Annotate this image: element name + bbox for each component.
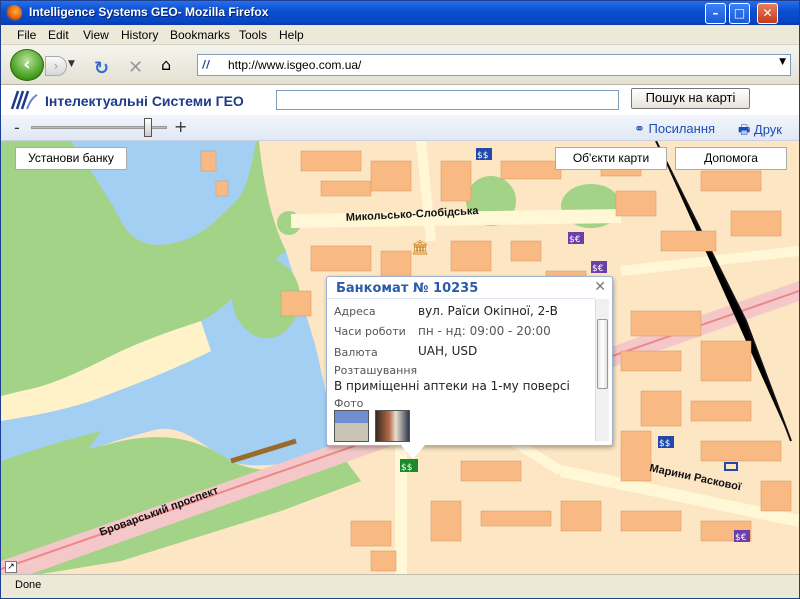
map-canvas[interactable]: Микольсько-Слобідська Броварський проспе…: [1, 141, 799, 574]
currency-label: Валюта: [334, 346, 378, 359]
logo-text: Інтелектуальні Системи ГЕО: [45, 93, 244, 109]
address-label: Адреса: [334, 305, 376, 318]
status-bar: Done: [1, 574, 799, 598]
browser-window: Intelligence Systems GEO- Mozilla Firefo…: [0, 0, 800, 599]
stop-icon[interactable]: ✕: [128, 57, 143, 78]
hours-label: Часи роботи: [334, 325, 406, 338]
logo-icon: [10, 90, 38, 110]
window-title: Intelligence Systems GEO- Mozilla Firefo…: [29, 5, 269, 19]
bank-institutions-button[interactable]: Установи банку: [15, 147, 127, 170]
menu-help[interactable]: Help: [279, 28, 304, 42]
popup-close-icon[interactable]: ✕: [594, 279, 606, 295]
menu-edit[interactable]: Edit: [48, 28, 69, 42]
url-text: http://www.isgeo.com.ua/: [228, 58, 362, 72]
location-value: В приміщенні аптеки на 1-му поверсі: [334, 379, 570, 393]
map-toolbar: - + ⚭ Посилання 🖶 Друк: [1, 115, 799, 141]
firefox-icon: [6, 5, 22, 21]
photo-thumbnail[interactable]: [334, 410, 369, 442]
atm-marker-icon[interactable]: $€: [568, 232, 584, 245]
menu-bookmarks[interactable]: Bookmarks: [170, 28, 230, 42]
history-dropdown-icon[interactable]: ▼: [68, 59, 80, 73]
search-on-map-button[interactable]: Пошук на карті: [631, 88, 750, 109]
svg-text:$$: $$: [401, 463, 412, 473]
url-dropdown-icon[interactable]: ▼: [779, 57, 786, 67]
atm-info-popup: Банкомат № 10235 ✕ Адреса вул. Раїси Окі…: [326, 276, 613, 459]
forward-button[interactable]: ›: [45, 56, 67, 76]
svg-text:$$: $$: [659, 439, 670, 449]
navigation-toolbar: ‹ › ▼ ↻ ✕ ⌂ // http://www.isgeo.com.ua/ …: [1, 45, 799, 85]
maximize-button[interactable]: □: [729, 3, 750, 24]
address-value: вул. Раїси Окіпної, 2-В: [418, 304, 558, 318]
menu-file[interactable]: File: [17, 28, 36, 42]
zoom-in-button[interactable]: +: [174, 117, 187, 136]
link-icon: ⚭: [634, 121, 649, 136]
hours-value: пн - нд: 09:00 - 20:00: [418, 324, 551, 338]
atm-marker-icon[interactable]: $€: [734, 530, 750, 543]
svg-text:$$: $$: [477, 151, 488, 161]
title-bar: Intelligence Systems GEO- Mozilla Firefo…: [1, 1, 799, 25]
popup-title: Банкомат № 10235: [336, 281, 479, 296]
search-input[interactable]: [276, 90, 619, 110]
location-label: Розташування: [334, 364, 418, 377]
resize-corner-icon[interactable]: ↗: [5, 561, 17, 573]
reload-icon[interactable]: ↻: [94, 58, 109, 79]
url-bar[interactable]: // http://www.isgeo.com.ua/ ▼: [197, 54, 791, 76]
atm-marker-icon[interactable]: $$: [476, 148, 492, 161]
printer-icon: 🖶: [738, 122, 754, 137]
photo-label: Фото: [334, 397, 364, 410]
map-objects-button[interactable]: Об'єкти карти: [555, 147, 667, 170]
atm-marker-icon[interactable]: $$: [658, 436, 674, 449]
menu-view[interactable]: View: [83, 28, 109, 42]
zoom-slider-thumb[interactable]: [143, 118, 152, 137]
menu-history[interactable]: History: [121, 28, 158, 42]
link-button[interactable]: ⚭ Посилання: [634, 121, 715, 137]
svg-text:$€: $€: [735, 533, 747, 543]
back-button[interactable]: ‹: [10, 49, 44, 81]
zoom-out-button[interactable]: -: [14, 118, 20, 137]
popup-scrollbar[interactable]: [595, 299, 609, 441]
menu-tools[interactable]: Tools: [239, 28, 267, 42]
popup-scrollbar-thumb[interactable]: [597, 319, 608, 389]
popup-pointer: [401, 445, 425, 459]
currency-value: UAH, USD: [418, 344, 478, 358]
menu-bar: File Edit View History Bookmarks Tools H…: [1, 25, 799, 45]
minimize-button[interactable]: –: [705, 3, 726, 24]
svg-text:$€: $€: [592, 264, 604, 274]
help-button[interactable]: Допомога: [675, 147, 787, 170]
selected-atm-marker-icon[interactable]: $$: [400, 459, 418, 473]
link-label: Посилання: [648, 121, 716, 136]
site-favicon-icon: //: [202, 58, 211, 71]
close-button[interactable]: ✕: [757, 3, 778, 24]
status-text: Done: [15, 579, 42, 591]
photo-thumbnail[interactable]: [375, 410, 410, 442]
svg-text:$€: $€: [569, 235, 581, 245]
bank-building-icon: 🏛: [411, 239, 429, 256]
atm-marker-icon[interactable]: $€: [591, 261, 607, 274]
home-icon[interactable]: ⌂: [161, 55, 171, 74]
site-header: Інтелектуальні Системи ГЕО Пошук на карт…: [1, 85, 799, 115]
print-label: Друк: [753, 122, 782, 137]
print-button[interactable]: 🖶 Друк: [738, 121, 782, 143]
